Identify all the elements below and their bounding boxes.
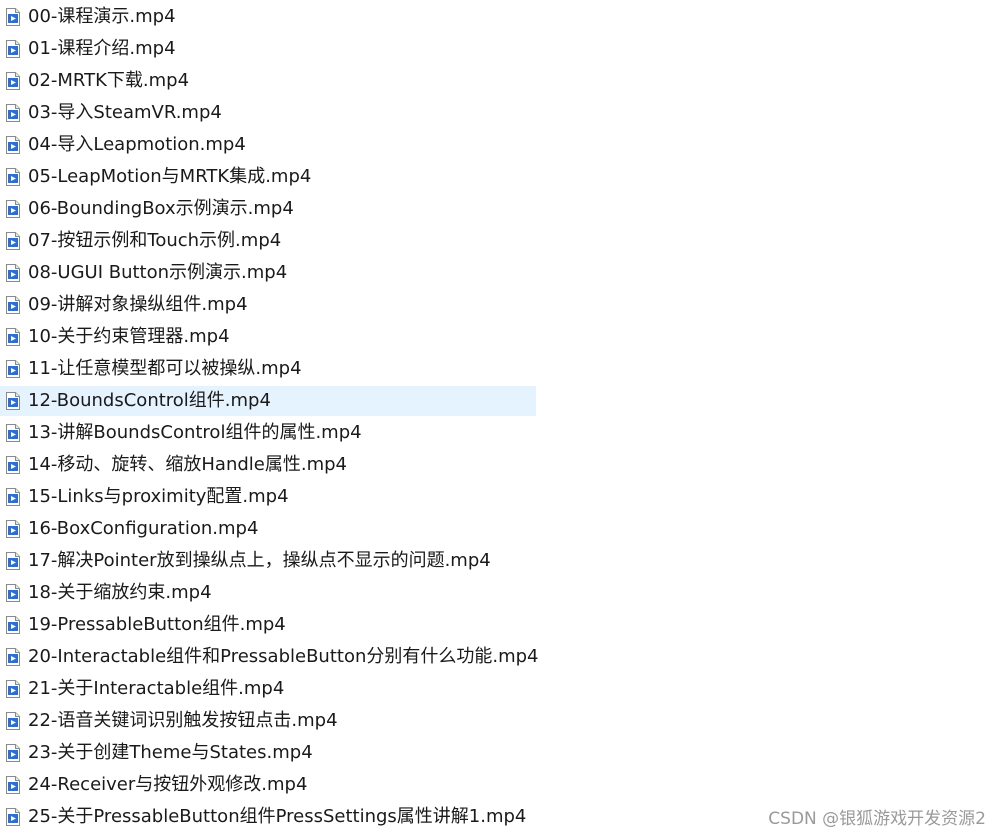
video-file-icon bbox=[5, 744, 21, 762]
file-item[interactable]: 24-Receiver与按钮外观修改.mp4 bbox=[0, 770, 536, 800]
file-name: 24-Receiver与按钮外观修改.mp4 bbox=[28, 774, 308, 795]
file-name: 23-关于创建Theme与States.mp4 bbox=[28, 742, 313, 763]
video-file-icon bbox=[5, 328, 21, 346]
file-item[interactable]: 02-MRTK下载.mp4 bbox=[0, 66, 536, 96]
file-name: 18-关于缩放约束.mp4 bbox=[28, 582, 212, 603]
video-file-icon bbox=[5, 584, 21, 602]
file-item[interactable]: 12-BoundsControl组件.mp4 bbox=[0, 386, 536, 416]
video-file-icon bbox=[5, 104, 21, 122]
file-item[interactable]: 13-讲解BoundsControl组件的属性.mp4 bbox=[0, 418, 536, 448]
file-item[interactable]: 23-关于创建Theme与States.mp4 bbox=[0, 738, 536, 768]
video-file-icon bbox=[5, 392, 21, 410]
video-file-icon bbox=[5, 680, 21, 698]
video-file-icon bbox=[5, 264, 21, 282]
file-item[interactable]: 14-移动、旋转、缩放Handle属性.mp4 bbox=[0, 450, 536, 480]
file-item[interactable]: 07-按钮示例和Touch示例.mp4 bbox=[0, 226, 536, 256]
video-file-icon bbox=[5, 488, 21, 506]
file-item[interactable]: 10-关于约束管理器.mp4 bbox=[0, 322, 536, 352]
file-list: 00-课程演示.mp4 01-课程介绍.mp4 02-MRTK下载.mp4 03-导入… bbox=[0, 0, 1000, 835]
file-item[interactable]: 22-语音关键词识别触发按钮点击.mp4 bbox=[0, 706, 536, 736]
file-name: 09-讲解对象操纵组件.mp4 bbox=[28, 294, 248, 315]
file-name: 17-解决Pointer放到操纵点上，操纵点不显示的问题.mp4 bbox=[28, 550, 491, 571]
file-name: 15-Links与proximity配置.mp4 bbox=[28, 486, 289, 507]
file-item[interactable]: 19-PressableButton组件.mp4 bbox=[0, 610, 536, 640]
file-item[interactable]: 01-课程介绍.mp4 bbox=[0, 34, 536, 64]
file-name: 19-PressableButton组件.mp4 bbox=[28, 614, 286, 635]
file-item[interactable]: 11-让任意模型都可以被操纵.mp4 bbox=[0, 354, 536, 384]
file-name: 11-让任意模型都可以被操纵.mp4 bbox=[28, 358, 302, 379]
file-name: 20-Interactable组件和PressableButton分别有什么功能… bbox=[28, 646, 539, 667]
file-item[interactable]: 09-讲解对象操纵组件.mp4 bbox=[0, 290, 536, 320]
file-name: 00-课程演示.mp4 bbox=[28, 6, 176, 27]
file-name: 07-按钮示例和Touch示例.mp4 bbox=[28, 230, 282, 251]
file-item[interactable]: 15-Links与proximity配置.mp4 bbox=[0, 482, 536, 512]
video-file-icon bbox=[5, 456, 21, 474]
video-file-icon bbox=[5, 296, 21, 314]
file-name: 10-关于约束管理器.mp4 bbox=[28, 326, 230, 347]
file-name: 02-MRTK下载.mp4 bbox=[28, 70, 190, 91]
video-file-icon bbox=[5, 616, 21, 634]
video-file-icon bbox=[5, 776, 21, 794]
video-file-icon bbox=[5, 424, 21, 442]
file-name: 01-课程介绍.mp4 bbox=[28, 38, 176, 59]
video-file-icon bbox=[5, 712, 21, 730]
file-item[interactable]: 21-关于Interactable组件.mp4 bbox=[0, 674, 536, 704]
video-file-icon bbox=[5, 200, 21, 218]
file-item[interactable]: 25-关于PressableButton组件PressSettings属性讲解1… bbox=[0, 802, 536, 832]
file-item[interactable]: 08-UGUI Button示例演示.mp4 bbox=[0, 258, 536, 288]
file-name: 22-语音关键词识别触发按钮点击.mp4 bbox=[28, 710, 338, 731]
video-file-icon bbox=[5, 72, 21, 90]
file-item[interactable]: 00-课程演示.mp4 bbox=[0, 2, 536, 32]
file-name: 12-BoundsControl组件.mp4 bbox=[28, 390, 271, 411]
file-item[interactable]: 04-导入Leapmotion.mp4 bbox=[0, 130, 536, 160]
video-file-icon bbox=[5, 136, 21, 154]
file-name: 08-UGUI Button示例演示.mp4 bbox=[28, 262, 288, 283]
video-file-icon bbox=[5, 168, 21, 186]
file-item[interactable]: 05-LeapMotion与MRTK集成.mp4 bbox=[0, 162, 536, 192]
file-name: 04-导入Leapmotion.mp4 bbox=[28, 134, 246, 155]
file-item[interactable]: 17-解决Pointer放到操纵点上，操纵点不显示的问题.mp4 bbox=[0, 546, 536, 576]
video-file-icon bbox=[5, 360, 21, 378]
video-file-icon bbox=[5, 520, 21, 538]
file-item[interactable]: 06-BoundingBox示例演示.mp4 bbox=[0, 194, 536, 224]
video-file-icon bbox=[5, 808, 21, 826]
file-item[interactable]: 20-Interactable组件和PressableButton分别有什么功能… bbox=[0, 642, 539, 672]
video-file-icon bbox=[5, 648, 21, 666]
file-name: 06-BoundingBox示例演示.mp4 bbox=[28, 198, 294, 219]
watermark: CSDN @银狐游戏开发资源2 bbox=[768, 809, 986, 829]
file-name: 13-讲解BoundsControl组件的属性.mp4 bbox=[28, 422, 362, 443]
video-file-icon bbox=[5, 232, 21, 250]
file-name: 05-LeapMotion与MRTK集成.mp4 bbox=[28, 166, 312, 187]
video-file-icon bbox=[5, 40, 21, 58]
video-file-icon bbox=[5, 8, 21, 26]
file-name: 21-关于Interactable组件.mp4 bbox=[28, 678, 285, 699]
file-name: 25-关于PressableButton组件PressSettings属性讲解1… bbox=[28, 806, 527, 827]
file-name: 14-移动、旋转、缩放Handle属性.mp4 bbox=[28, 454, 348, 475]
file-name: 16-BoxConfiguration.mp4 bbox=[28, 518, 259, 539]
file-name: 03-导入SteamVR.mp4 bbox=[28, 102, 222, 123]
video-file-icon bbox=[5, 552, 21, 570]
file-item[interactable]: 16-BoxConfiguration.mp4 bbox=[0, 514, 536, 544]
file-item[interactable]: 18-关于缩放约束.mp4 bbox=[0, 578, 536, 608]
file-item[interactable]: 03-导入SteamVR.mp4 bbox=[0, 98, 536, 128]
